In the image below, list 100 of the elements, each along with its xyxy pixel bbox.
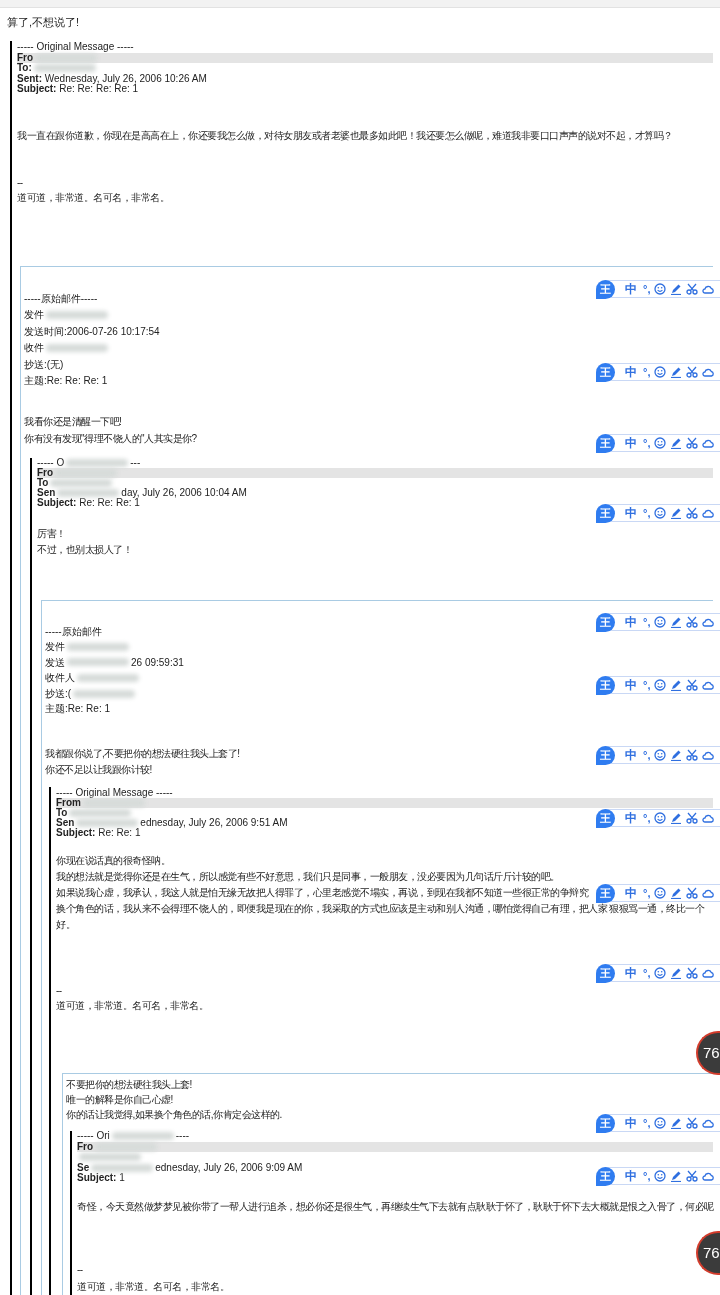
smiley-icon[interactable] — [654, 967, 667, 979]
header-line: ----- Original Message ----- — [17, 42, 134, 53]
message-line: 如果说我心虚，我承认，我这人就是怕无缘无故把人得罪了，心里老感觉不塌实，再说，到现在我都不知道一些很正常的争辩究 — [56, 886, 588, 901]
smiley-icon[interactable] — [654, 366, 667, 378]
punctuation-toggle[interactable]: °, — [643, 811, 651, 825]
punctuation-toggle[interactable]: °, — [643, 1116, 651, 1130]
message-line: 你有没有发现"得理不饶人的"人其实是你? — [24, 431, 197, 446]
input-mode-toggle[interactable]: 中 — [625, 678, 637, 692]
ime-logo[interactable]: 王 — [596, 808, 615, 828]
scissors-icon[interactable] — [686, 1117, 699, 1129]
input-mode-toggle[interactable]: 中 — [625, 748, 637, 762]
scissors-icon[interactable] — [686, 679, 699, 691]
input-mode-toggle[interactable]: 中 — [625, 886, 637, 900]
input-mode-toggle[interactable]: 中 — [625, 506, 637, 520]
pen-icon[interactable] — [670, 1170, 683, 1182]
header-line: -----原始邮件----- — [24, 291, 98, 306]
ime-logo[interactable]: 王 — [596, 362, 615, 382]
pen-icon[interactable] — [670, 437, 683, 449]
punctuation-toggle[interactable]: °, — [643, 506, 651, 520]
punctuation-toggle[interactable]: °, — [643, 1169, 651, 1183]
punctuation-toggle[interactable]: °, — [643, 436, 651, 450]
input-mode-toggle[interactable]: 中 — [625, 1169, 637, 1183]
punctuation-toggle[interactable]: °, — [643, 966, 651, 980]
ime-logo[interactable]: 王 — [596, 503, 615, 523]
scissors-icon[interactable] — [686, 366, 699, 378]
smiley-icon[interactable] — [654, 812, 667, 824]
cloud-icon[interactable] — [702, 616, 715, 628]
ime-logo[interactable]: 王 — [596, 883, 615, 903]
cloud-icon[interactable] — [702, 366, 715, 378]
scissors-icon[interactable] — [686, 437, 699, 449]
pen-icon[interactable] — [670, 967, 683, 979]
punctuation-toggle[interactable]: °, — [643, 748, 651, 762]
scissors-icon[interactable] — [686, 507, 699, 519]
header-line: 26 09:59:31 — [131, 655, 184, 670]
punctuation-toggle[interactable]: °, — [643, 886, 651, 900]
scissors-icon[interactable] — [686, 967, 699, 979]
input-mode-toggle[interactable]: 中 — [625, 1116, 637, 1130]
scissors-icon[interactable] — [686, 616, 699, 628]
pen-icon[interactable] — [670, 679, 683, 691]
ime-logo[interactable]: 王 — [596, 963, 615, 983]
cloud-icon[interactable] — [702, 679, 715, 691]
input-mode-toggle[interactable]: 中 — [625, 966, 637, 980]
header-line: --- — [130, 457, 141, 468]
cloud-icon[interactable] — [702, 749, 715, 761]
scissors-icon[interactable] — [686, 283, 699, 295]
scissors-icon[interactable] — [686, 887, 699, 899]
cloud-icon[interactable] — [702, 1170, 715, 1182]
cloud-icon[interactable] — [702, 1117, 715, 1129]
message-line: -- — [77, 1262, 83, 1277]
smiley-icon[interactable] — [654, 283, 667, 295]
ime-logo[interactable]: 王 — [596, 675, 615, 695]
ime-logo[interactable]: 王 — [596, 279, 615, 299]
smiley-icon[interactable] — [654, 616, 667, 628]
punctuation-toggle[interactable]: °, — [643, 282, 651, 296]
scissors-icon[interactable] — [686, 749, 699, 761]
cloud-icon[interactable] — [702, 887, 715, 899]
smiley-icon[interactable] — [654, 887, 667, 899]
cloud-icon[interactable] — [702, 283, 715, 295]
header-line: Fro — [77, 1141, 94, 1153]
ime-logo[interactable]: 王 — [596, 1166, 615, 1186]
header-line: 抄送:(无) — [24, 357, 64, 372]
pen-icon[interactable] — [670, 616, 683, 628]
cloud-icon[interactable] — [702, 437, 715, 449]
smiley-icon[interactable] — [654, 749, 667, 761]
header-line: 抄送:( — [45, 686, 72, 701]
ime-logo[interactable]: 王 — [596, 745, 615, 765]
pen-icon[interactable] — [670, 283, 683, 295]
ime-logo[interactable]: 王 — [596, 1113, 615, 1133]
punctuation-toggle[interactable]: °, — [643, 615, 651, 629]
pen-icon[interactable] — [670, 812, 683, 824]
pen-icon[interactable] — [670, 366, 683, 378]
input-mode-toggle[interactable]: 中 — [625, 615, 637, 629]
scissors-icon[interactable] — [686, 1170, 699, 1182]
header-line: Subject: Re: Re: Re: 1 — [37, 497, 140, 508]
scissors-icon[interactable] — [686, 812, 699, 824]
header-line: ednesday, July 26, 2006 9:09 AM — [155, 1162, 303, 1174]
header-line: ednesday, July 26, 2006 9:51 AM — [140, 818, 288, 829]
cloud-icon[interactable] — [702, 507, 715, 519]
input-mode-toggle[interactable]: 中 — [625, 811, 637, 825]
punctuation-toggle[interactable]: °, — [643, 365, 651, 379]
pen-icon[interactable] — [670, 887, 683, 899]
input-mode-toggle[interactable]: 中 — [625, 436, 637, 450]
ime-logo[interactable]: 王 — [596, 433, 615, 453]
punctuation-toggle[interactable]: °, — [643, 678, 651, 692]
message-line: 唯一的解释是你自己心虚! — [66, 1093, 173, 1108]
pen-icon[interactable] — [670, 749, 683, 761]
pen-icon[interactable] — [670, 507, 683, 519]
ime-logo[interactable]: 王 — [596, 612, 615, 632]
input-mode-toggle[interactable]: 中 — [625, 365, 637, 379]
header-line: ----- Ori — [77, 1131, 110, 1142]
cloud-icon[interactable] — [702, 812, 715, 824]
smiley-icon[interactable] — [654, 437, 667, 449]
pen-icon[interactable] — [670, 1117, 683, 1129]
smiley-icon[interactable] — [654, 1117, 667, 1129]
cloud-icon[interactable] — [702, 967, 715, 979]
input-mode-toggle[interactable]: 中 — [625, 282, 637, 296]
smiley-icon[interactable] — [654, 679, 667, 691]
smiley-icon[interactable] — [654, 507, 667, 519]
header-line: day, July 26, 2006 10:04 AM — [121, 487, 247, 498]
smiley-icon[interactable] — [654, 1170, 667, 1182]
